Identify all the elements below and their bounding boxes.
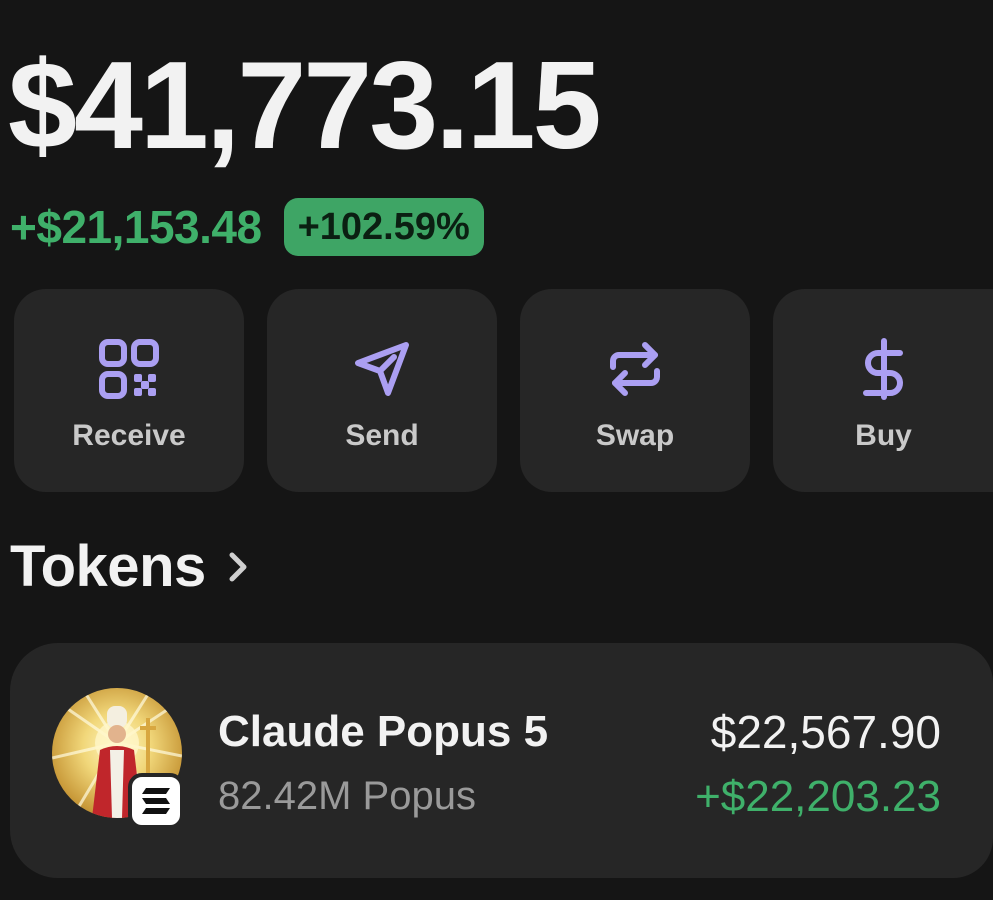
swap-label: Swap: [595, 419, 675, 452]
action-buttons: Receive Send Swap Buy: [14, 289, 993, 492]
token-name: Claude Popus 5: [218, 707, 549, 756]
send-icon: [350, 337, 414, 401]
buy-button[interactable]: Buy: [773, 289, 993, 492]
tokens-section-header[interactable]: Tokens: [10, 533, 252, 600]
buy-label: Buy: [855, 419, 912, 452]
receive-label: Receive: [72, 419, 186, 452]
portfolio-change-amount: +$21,153.48: [10, 201, 262, 253]
send-button[interactable]: Send: [267, 289, 497, 492]
portfolio-change-row: +$21,153.48 +102.59%: [10, 198, 484, 256]
dollar-icon: [852, 337, 916, 401]
chevron-right-icon: [224, 547, 252, 587]
token-quantity: 82.42M Popus: [218, 774, 476, 818]
swap-icon: [603, 337, 667, 401]
token-row[interactable]: Claude Popus 5 82.42M Popus $22,567.90 +…: [10, 643, 993, 878]
qr-code-icon: [97, 337, 161, 401]
send-label: Send: [345, 419, 419, 452]
tokens-title: Tokens: [10, 534, 206, 599]
receive-button[interactable]: Receive: [14, 289, 244, 492]
token-change: +$22,203.23: [695, 772, 941, 821]
token-value: $22,567.90: [710, 706, 941, 758]
wallet-screen: $41,773.15 +$21,153.48 +102.59% Receive: [0, 0, 993, 900]
solana-icon: [128, 773, 184, 829]
swap-button[interactable]: Swap: [520, 289, 750, 492]
portfolio-balance: $41,773.15: [8, 37, 602, 175]
portfolio-change-percent-badge: +102.59%: [283, 198, 484, 256]
